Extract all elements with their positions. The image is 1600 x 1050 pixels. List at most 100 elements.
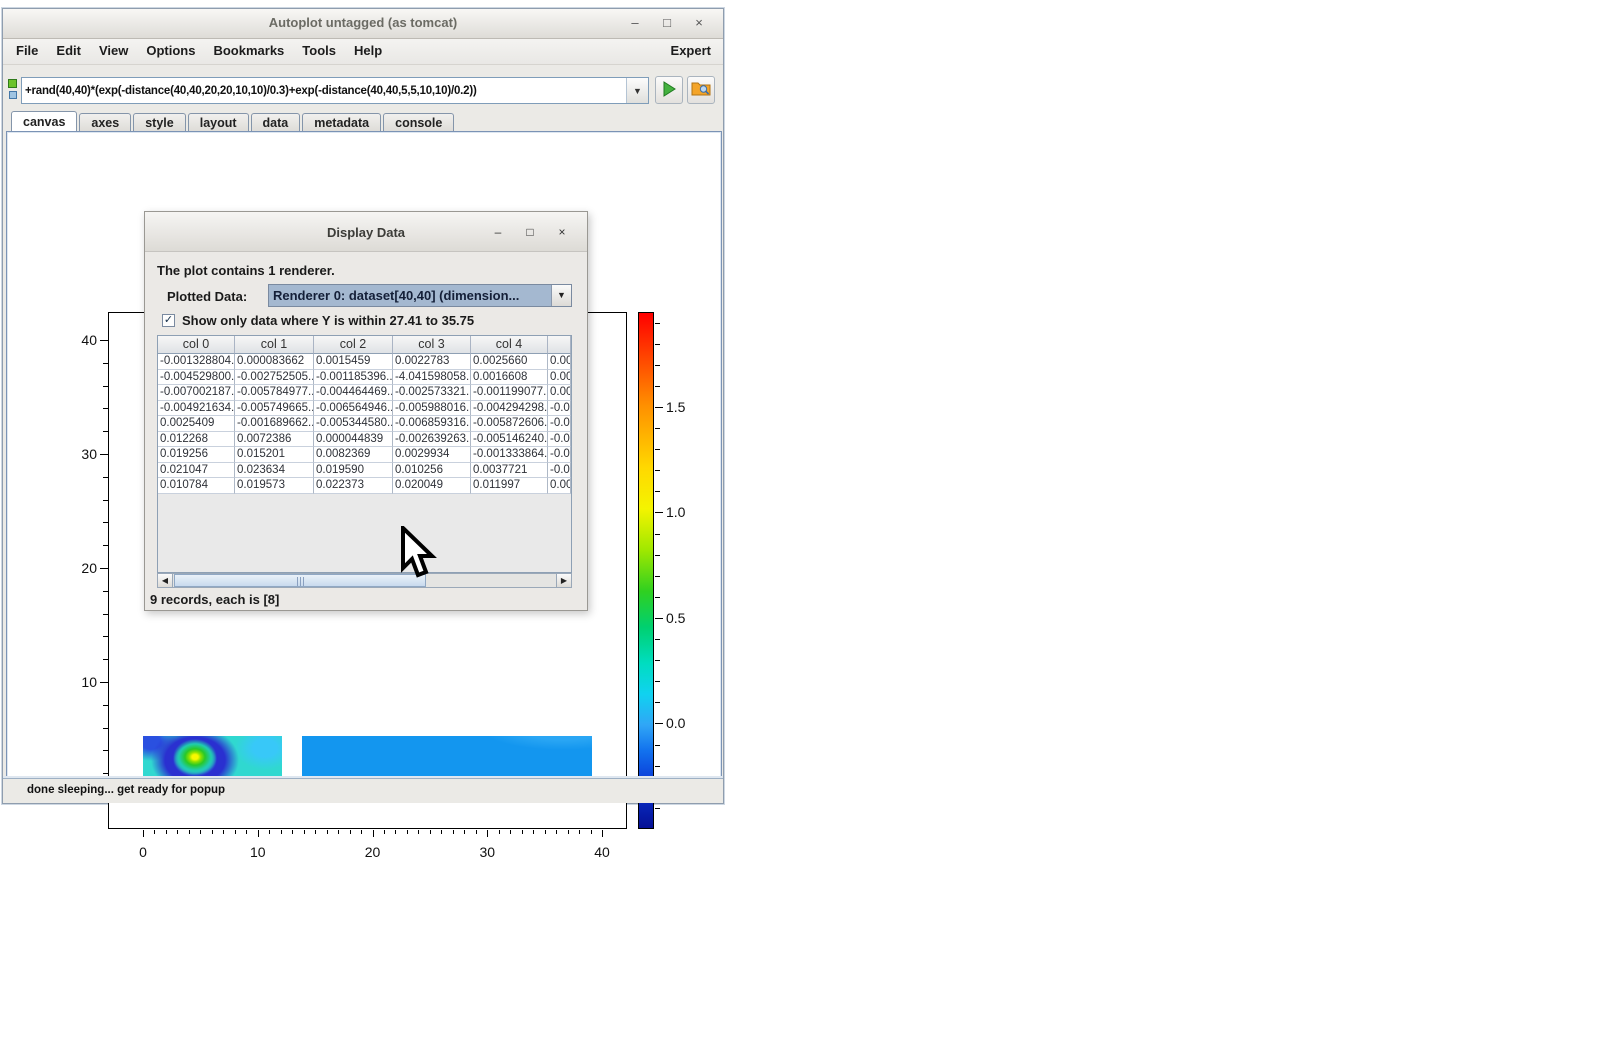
column-header[interactable]: col 0 — [158, 336, 235, 354]
menu-item-bookmarks[interactable]: Bookmarks — [204, 39, 293, 62]
table-cell[interactable]: 0.00 — [548, 478, 571, 494]
tab-canvas[interactable]: canvas — [11, 111, 77, 132]
table-cell[interactable]: 0.010256 — [393, 463, 471, 479]
dialog-titlebar[interactable]: Display Data – □ × — [145, 212, 587, 252]
go-button[interactable] — [655, 76, 683, 104]
table-cell[interactable]: -0.004464469... — [314, 385, 393, 401]
column-header[interactable]: col 2 — [314, 336, 393, 354]
table-cell[interactable]: 0.022373 — [314, 478, 393, 494]
close-button[interactable]: × — [687, 13, 711, 33]
tab-data[interactable]: data — [251, 113, 301, 133]
table-row: -0.004529800...-0.002752505...-0.0011853… — [158, 370, 571, 386]
table-cell[interactable]: -0.004529800... — [158, 370, 235, 386]
table-cell[interactable]: 0.023634 — [235, 463, 314, 479]
table-cell[interactable]: 0.011997 — [471, 478, 548, 494]
tab-style[interactable]: style — [133, 113, 186, 133]
scrollbar-thumb[interactable] — [174, 574, 426, 587]
tab-axes[interactable]: axes — [79, 113, 131, 133]
table-cell[interactable]: 0.00 — [548, 370, 571, 386]
table-cell[interactable]: -0.002573321... — [393, 385, 471, 401]
table-cell[interactable]: 0.010784 — [158, 478, 235, 494]
table-cell[interactable]: -0.0 — [548, 416, 571, 432]
table-cell[interactable]: -0.004921634... — [158, 401, 235, 417]
chevron-down-icon[interactable]: ▼ — [551, 285, 571, 306]
table-cell[interactable]: -0.0 — [548, 432, 571, 448]
tab-metadata[interactable]: metadata — [302, 113, 381, 133]
table-cell[interactable]: -0.005784977... — [235, 385, 314, 401]
expert-toggle[interactable]: Expert — [671, 43, 711, 58]
dialog-maximize-button[interactable]: □ — [519, 222, 541, 242]
table-cell[interactable]: -0.005988016... — [393, 401, 471, 417]
table-cell[interactable]: -0.0 — [548, 463, 571, 479]
table-cell[interactable]: -0.006564946... — [314, 401, 393, 417]
scroll-left-icon[interactable]: ◀ — [158, 574, 173, 587]
table-cell[interactable]: -4.041598058... — [393, 370, 471, 386]
table-cell[interactable]: -0.005749665... — [235, 401, 314, 417]
table-cell[interactable]: -0.001333864... — [471, 447, 548, 463]
column-header[interactable] — [548, 336, 571, 354]
table-cell[interactable]: 0.019590 — [314, 463, 393, 479]
scroll-right-icon[interactable]: ▶ — [556, 574, 571, 587]
table-row: 0.0025409-0.001689662...-0.005344580...-… — [158, 416, 571, 432]
dialog-close-button[interactable]: × — [551, 222, 573, 242]
datasource-blue-icon[interactable] — [9, 91, 17, 99]
inspect-uri-button[interactable] — [687, 76, 715, 104]
table-cell[interactable]: 0.021047 — [158, 463, 235, 479]
table-cell[interactable]: -0.0 — [548, 401, 571, 417]
uri-dropdown-button[interactable]: ▼ — [626, 78, 648, 103]
filter-checkbox[interactable]: ✓ — [162, 314, 175, 327]
table-cell[interactable]: 0.000083662 — [235, 354, 314, 370]
datasource-green-icon[interactable] — [8, 79, 17, 88]
table-cell[interactable]: 0.0025409 — [158, 416, 235, 432]
table-cell[interactable]: -0.002752505... — [235, 370, 314, 386]
table-cell[interactable]: -0.002639263... — [393, 432, 471, 448]
window-titlebar[interactable]: Autoplot untagged (as tomcat) – □ × — [3, 9, 723, 39]
x-tick-label: 40 — [582, 844, 622, 860]
menu-item-options[interactable]: Options — [137, 39, 204, 62]
menu-item-view[interactable]: View — [90, 39, 137, 62]
table-cell[interactable]: -0.001199077... — [471, 385, 548, 401]
table-cell[interactable]: -0.005344580... — [314, 416, 393, 432]
table-cell[interactable]: 0.00 — [548, 385, 571, 401]
table-cell[interactable]: 0.0015459 — [314, 354, 393, 370]
dialog-minimize-button[interactable]: – — [487, 222, 509, 242]
column-header[interactable]: col 4 — [471, 336, 548, 354]
menu-item-help[interactable]: Help — [345, 39, 391, 62]
table-cell[interactable]: 0.0037721 — [471, 463, 548, 479]
uri-input[interactable] — [22, 78, 626, 103]
table-cell[interactable]: 0.0025660 — [471, 354, 548, 370]
table-cell[interactable]: 0.019256 — [158, 447, 235, 463]
column-header[interactable]: col 3 — [393, 336, 471, 354]
table-cell[interactable]: -0.007002187... — [158, 385, 235, 401]
colorbar[interactable] — [638, 312, 654, 829]
table-cell[interactable]: -0.006859316... — [393, 416, 471, 432]
tab-layout[interactable]: layout — [188, 113, 249, 133]
table-cell[interactable]: -0.001689662... — [235, 416, 314, 432]
plotted-data-combobox[interactable]: Renderer 0: dataset[40,40] (dimension...… — [268, 284, 572, 307]
table-cell[interactable]: -0.005872606... — [471, 416, 548, 432]
table-cell[interactable]: 0.0022783 — [393, 354, 471, 370]
table-cell[interactable]: 0.00 — [548, 354, 571, 370]
table-cell[interactable]: -0.005146240... — [471, 432, 548, 448]
table-cell[interactable]: 0.012268 — [158, 432, 235, 448]
table-cell[interactable]: -0.001328804... — [158, 354, 235, 370]
menu-item-edit[interactable]: Edit — [47, 39, 90, 62]
table-cell[interactable]: -0.004294298... — [471, 401, 548, 417]
table-cell[interactable]: 0.0016608 — [471, 370, 548, 386]
maximize-button[interactable]: □ — [655, 13, 679, 33]
table-cell[interactable]: 0.019573 — [235, 478, 314, 494]
table-cell[interactable]: -0.0 — [548, 447, 571, 463]
table-cell[interactable]: 0.000044839 — [314, 432, 393, 448]
tab-console[interactable]: console — [383, 113, 454, 133]
horizontal-scrollbar[interactable]: ◀ ▶ — [157, 573, 572, 588]
minimize-button[interactable]: – — [623, 13, 647, 33]
table-cell[interactable]: -0.001185396... — [314, 370, 393, 386]
table-cell[interactable]: 0.0082369 — [314, 447, 393, 463]
table-cell[interactable]: 0.0072386 — [235, 432, 314, 448]
menu-item-tools[interactable]: Tools — [293, 39, 345, 62]
table-cell[interactable]: 0.020049 — [393, 478, 471, 494]
column-header[interactable]: col 1 — [235, 336, 314, 354]
table-cell[interactable]: 0.015201 — [235, 447, 314, 463]
table-cell[interactable]: 0.0029934 — [393, 447, 471, 463]
menu-item-file[interactable]: File — [7, 39, 47, 62]
